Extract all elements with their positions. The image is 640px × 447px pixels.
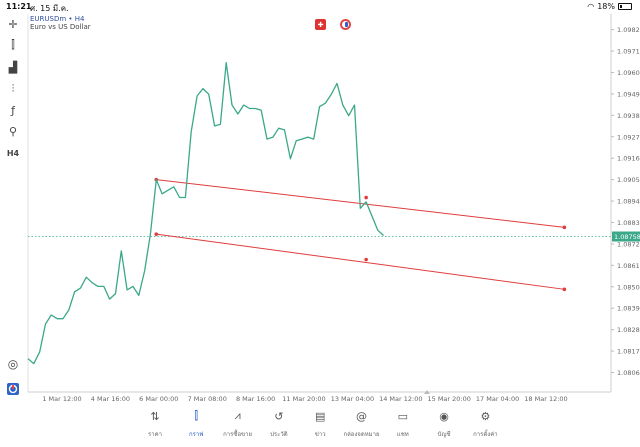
time-tick-label: 15 Mar 20:00: [427, 395, 470, 403]
nav-label: การซื้อขาย: [223, 431, 253, 438]
nav-label: แชท: [396, 431, 409, 438]
quotes-icon: ⇅: [150, 409, 160, 423]
nav-chart[interactable]: ⫿ กราฟ: [175, 404, 217, 447]
trade-icon: ⩘: [234, 409, 241, 422]
price-tick-label: 1.09270: [617, 133, 640, 141]
nav-history[interactable]: ↺ ประวัติ: [258, 404, 300, 447]
chat-icon: ▭: [397, 409, 408, 423]
nav-account[interactable]: ◉ บัญชี: [423, 404, 465, 447]
nav-label: บัญชี: [437, 431, 451, 438]
price-tick-label: 1.08280: [617, 326, 640, 334]
time-tick-label: 7 Mar 08:00: [188, 395, 227, 403]
time-tick-label: 13 Mar 04:00: [331, 395, 374, 403]
trendline-handle: [364, 195, 368, 200]
nav-label: ประวัติ: [270, 431, 288, 438]
trendline-handle: [562, 287, 567, 292]
price-tick-label: 1.08940: [617, 198, 640, 206]
history-icon: ↺: [274, 409, 284, 423]
current-price-label: 1.08758: [614, 233, 640, 241]
account-icon: ◉: [439, 409, 449, 423]
news-icon: ▤: [314, 409, 326, 423]
time-tick-label: 6 Mar 00:00: [139, 395, 178, 403]
price-tick-label: 1.08830: [617, 219, 640, 227]
time-tick-label: 14 Mar 12:00: [379, 395, 422, 403]
price-tick-label: 1.08720: [617, 240, 640, 248]
price-tick-label: 1.08170: [617, 348, 640, 356]
nav-news[interactable]: ▤ ข่าว: [299, 404, 341, 447]
chart-icon: ⫿: [194, 409, 199, 422]
nav-label: การตั้งค่า: [473, 431, 498, 438]
price-tick-label: 1.09050: [617, 176, 640, 184]
time-tick-label: 1 Mar 12:00: [42, 395, 81, 403]
price-tick-label: 1.08610: [617, 262, 640, 270]
time-tick-label: 8 Mar 16:00: [236, 395, 275, 403]
trendline: [156, 233, 565, 290]
settings-icon: ⚙: [480, 409, 491, 423]
price-tick-label: 1.08500: [617, 283, 640, 291]
nav-mailbox[interactable]: @ กล่องจดหมาย: [341, 404, 383, 447]
price-tick-label: 1.09710: [617, 48, 640, 56]
nav-label: ราคา: [148, 431, 162, 438]
price-tick-label: 1.08390: [617, 305, 640, 313]
price-chart[interactable]: 1.09820 1.09710 1.09600 1.09490 1.09380 1.092…: [0, 0, 640, 404]
time-tick-label: 18 Mar 12:00: [524, 395, 567, 403]
time-tick-label: 4 Mar 16:00: [91, 395, 130, 403]
price-tick-label: 1.09160: [617, 155, 640, 163]
price-series-line: [27, 62, 385, 365]
trendline-handle: [562, 225, 567, 230]
nav-label: ข่าว: [314, 431, 326, 438]
nav-settings[interactable]: ⚙ การตั้งค่า: [464, 404, 506, 447]
nav-trade[interactable]: ⩘ การซื้อขาย: [217, 404, 259, 447]
nav-label: กราฟ: [189, 431, 204, 438]
trendline-handle: [364, 257, 368, 262]
nav-label: กล่องจดหมาย: [343, 431, 380, 438]
nav-chat[interactable]: ▭ แชท: [382, 404, 424, 447]
bottom-navigation: ⇅ ราคา ⫿ กราฟ ⩘ การซื้อขาย ↺ ประวัติ ▤ ข่าว @ กล่อง…: [0, 404, 640, 447]
price-tick-label: 1.09380: [617, 112, 640, 120]
price-tick-label: 1.08060: [617, 369, 640, 377]
price-tick-label: 1.09600: [617, 69, 640, 77]
trendline-handle: [154, 232, 159, 236]
price-tick-label: 1.09490: [617, 90, 640, 98]
mailbox-icon: @: [356, 409, 367, 423]
nav-quotes[interactable]: ⇅ ราคา: [134, 404, 176, 447]
price-tick-label: 1.09820: [617, 26, 640, 34]
time-tick-label: 11 Mar 20:00: [282, 395, 325, 403]
time-tick-label: 17 Mar 04:00: [476, 395, 519, 403]
